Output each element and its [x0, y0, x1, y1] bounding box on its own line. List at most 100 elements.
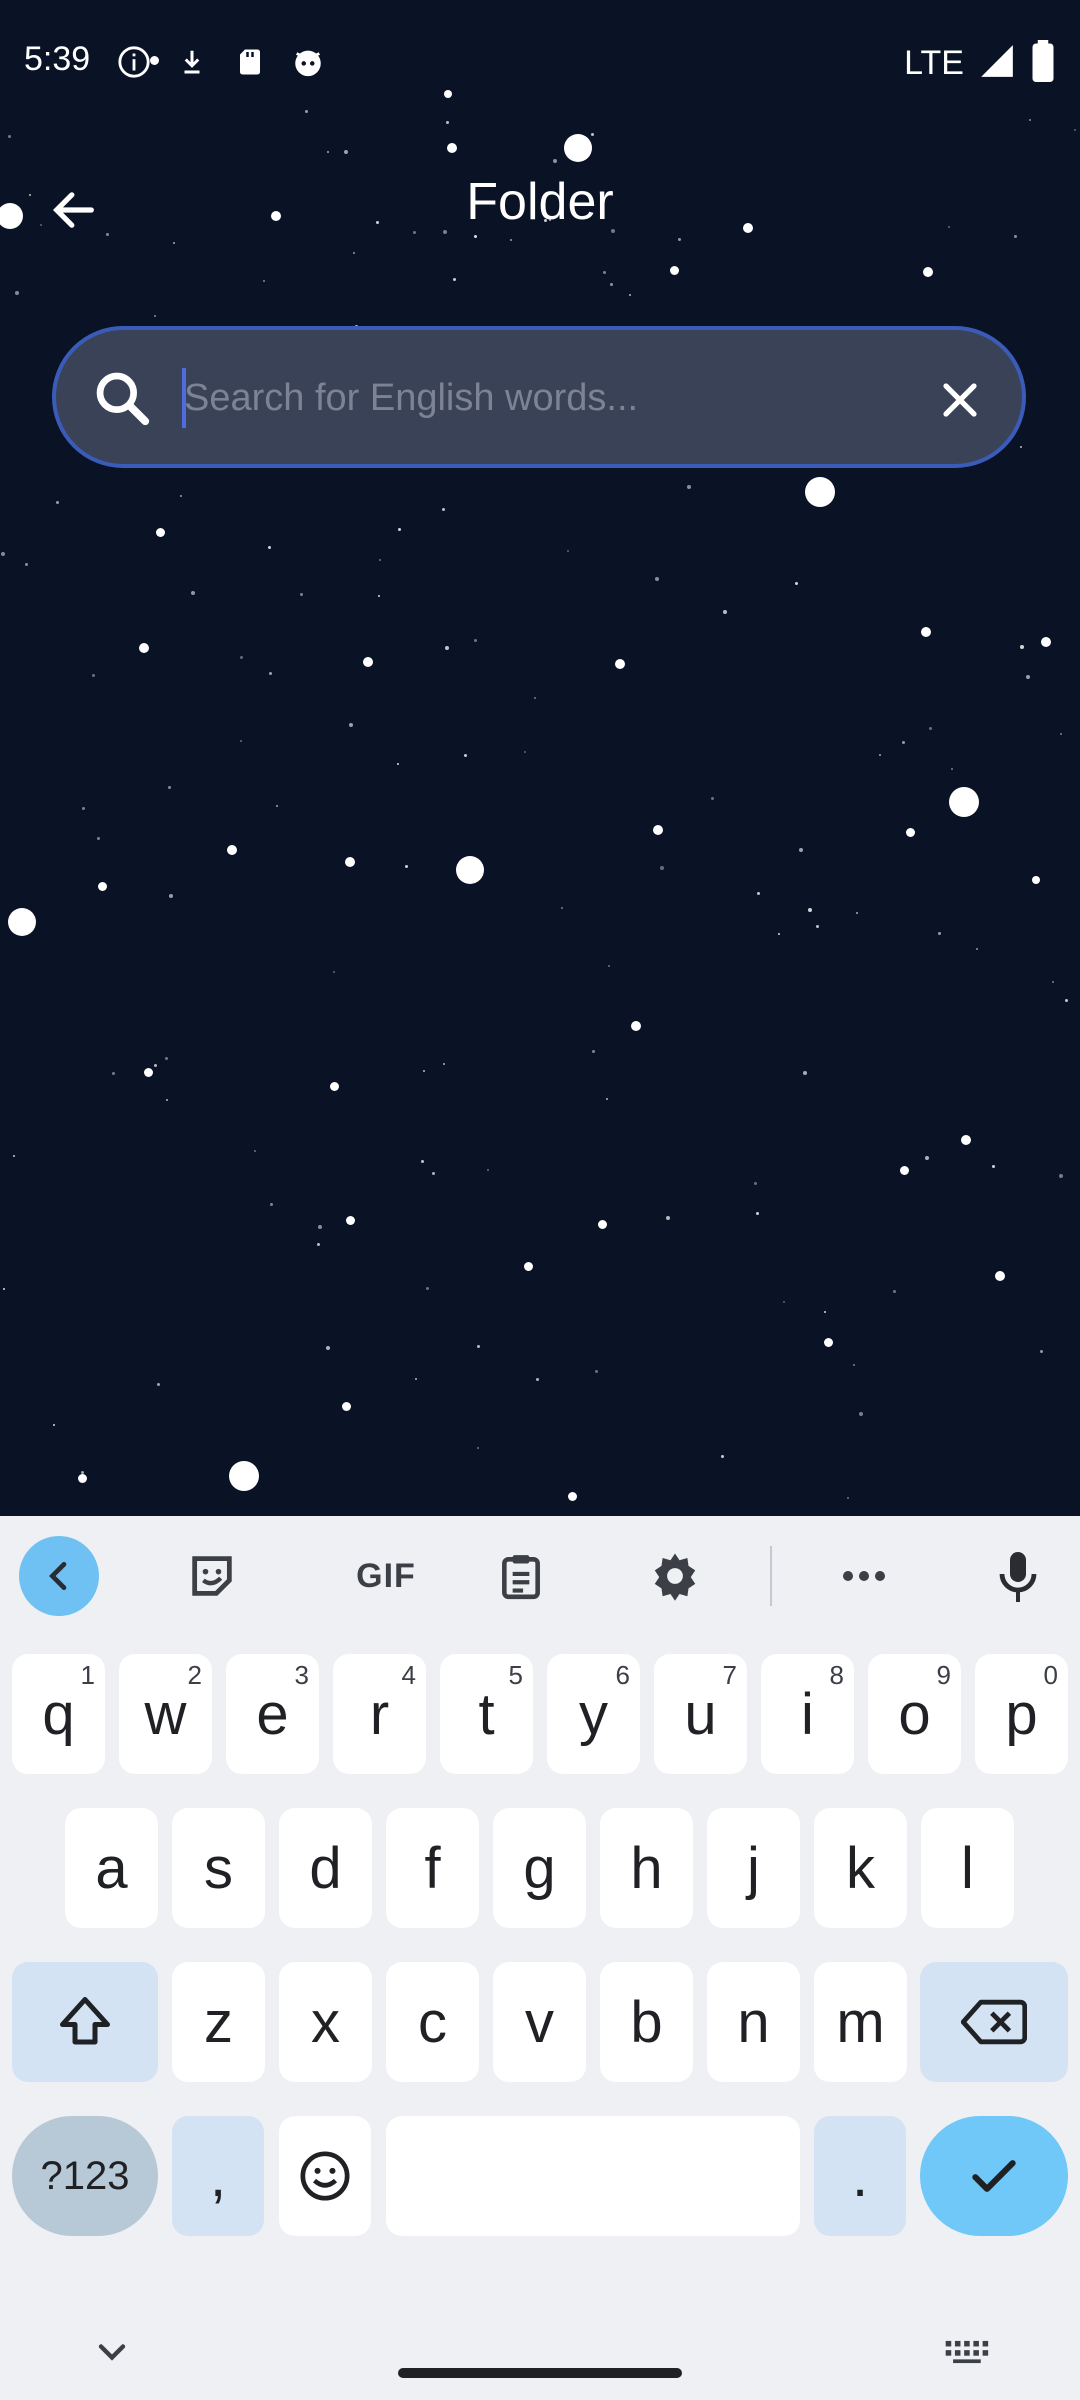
key-label: a: [95, 1835, 128, 1901]
key-label: w: [144, 1681, 187, 1747]
search-icon[interactable]: [84, 360, 160, 436]
key-g[interactable]: g: [493, 1808, 586, 1928]
key-number-hint: 3: [294, 1660, 309, 1690]
key-j[interactable]: j: [707, 1808, 800, 1928]
key-label: t: [478, 1681, 495, 1747]
star: [666, 1216, 670, 1220]
star: [951, 768, 953, 770]
collapse-toolbar-button[interactable]: [19, 1536, 99, 1616]
star: [397, 763, 399, 765]
key-w[interactable]: w2: [119, 1654, 212, 1774]
key-e[interactable]: e3: [226, 1654, 319, 1774]
sticker-button[interactable]: [172, 1536, 252, 1616]
key-b[interactable]: b: [600, 1962, 693, 2082]
star: [567, 1491, 577, 1501]
star: [477, 1345, 480, 1348]
space-key[interactable]: [386, 2116, 800, 2236]
star: [398, 528, 401, 531]
period-key[interactable]: .: [814, 2116, 906, 2236]
clear-search-button[interactable]: [922, 362, 998, 438]
star: [254, 1150, 256, 1152]
key-a[interactable]: a: [65, 1808, 158, 1928]
key-t[interactable]: t5: [440, 1654, 533, 1774]
star: [154, 315, 156, 317]
emoji-key[interactable]: [279, 2116, 371, 2236]
star: [1041, 637, 1051, 647]
gif-button[interactable]: GIF: [326, 1536, 446, 1616]
star: [423, 1070, 425, 1072]
voice-input-button[interactable]: [978, 1536, 1058, 1616]
symbols-key[interactable]: ?123: [12, 2116, 158, 2236]
star: [77, 1473, 87, 1483]
key-h[interactable]: h: [600, 1808, 693, 1928]
star: [56, 501, 59, 504]
star: [112, 1072, 115, 1075]
key-q[interactable]: q1: [12, 1654, 105, 1774]
mic-icon: [999, 1552, 1037, 1602]
cat-face-icon: [290, 44, 326, 80]
page-title: Folder: [466, 173, 614, 231]
key-c[interactable]: c: [386, 1962, 479, 2082]
key-label: q: [42, 1681, 75, 1747]
clipboard-icon: [502, 1555, 540, 1600]
key-v[interactable]: v: [493, 1962, 586, 2082]
star: [263, 280, 265, 282]
key-y[interactable]: y6: [547, 1654, 640, 1774]
star: [143, 1067, 153, 1077]
signal-icon: [978, 42, 1016, 85]
key-x[interactable]: x: [279, 1962, 372, 2082]
more-options-button[interactable]: [824, 1536, 904, 1616]
key-n[interactable]: n: [707, 1962, 800, 2082]
star: [445, 646, 449, 650]
star: [139, 643, 149, 653]
keyboard-settings-button[interactable]: [635, 1536, 715, 1616]
key-m[interactable]: m: [814, 1962, 907, 2082]
star: [442, 508, 445, 511]
shift-key[interactable]: [12, 1962, 158, 2082]
star: [443, 1063, 445, 1065]
search-input[interactable]: [184, 356, 924, 440]
search-bar[interactable]: [52, 326, 1026, 468]
backspace-key[interactable]: [920, 1962, 1068, 2082]
star: [464, 754, 467, 757]
star: [976, 948, 978, 950]
key-label: i: [801, 1681, 814, 1747]
key-s[interactable]: s: [172, 1808, 265, 1928]
symbols-label: ?123: [40, 2153, 130, 2198]
key-l[interactable]: l: [921, 1808, 1014, 1928]
star: [82, 807, 85, 810]
smiley-icon: [300, 2151, 350, 2201]
navigation-handle[interactable]: [398, 2368, 682, 2378]
key-k[interactable]: k: [814, 1808, 907, 1928]
key-number-hint: 7: [722, 1660, 737, 1690]
star: [97, 881, 107, 891]
app-screen: 5:39 LTE Folder Search for English words…: [0, 0, 1080, 1516]
star: [795, 582, 798, 585]
hide-keyboard-button[interactable]: [90, 2330, 134, 2379]
enter-key[interactable]: [920, 2116, 1068, 2236]
comma-key[interactable]: ,: [172, 2116, 264, 2236]
star: [155, 527, 165, 537]
star: [655, 577, 659, 581]
star: [229, 1461, 259, 1491]
key-o[interactable]: o9: [868, 1654, 961, 1774]
key-label: o: [898, 1681, 931, 1747]
key-f[interactable]: f: [386, 1808, 479, 1928]
star: [345, 1215, 355, 1225]
star: [653, 825, 663, 835]
star: [1020, 446, 1022, 448]
star: [415, 1378, 417, 1380]
key-z[interactable]: z: [172, 1962, 265, 2082]
star: [453, 278, 456, 281]
switch-keyboard-button[interactable]: [942, 2330, 990, 2379]
key-p[interactable]: p0: [975, 1654, 1068, 1774]
key-d[interactable]: d: [279, 1808, 372, 1928]
clipboard-button[interactable]: [481, 1536, 561, 1616]
star: [270, 1203, 273, 1206]
key-u[interactable]: u7: [654, 1654, 747, 1774]
gear-icon: [654, 1553, 696, 1601]
star: [523, 1261, 533, 1271]
key-r[interactable]: r4: [333, 1654, 426, 1774]
star: [805, 477, 835, 507]
key-i[interactable]: i8: [761, 1654, 854, 1774]
